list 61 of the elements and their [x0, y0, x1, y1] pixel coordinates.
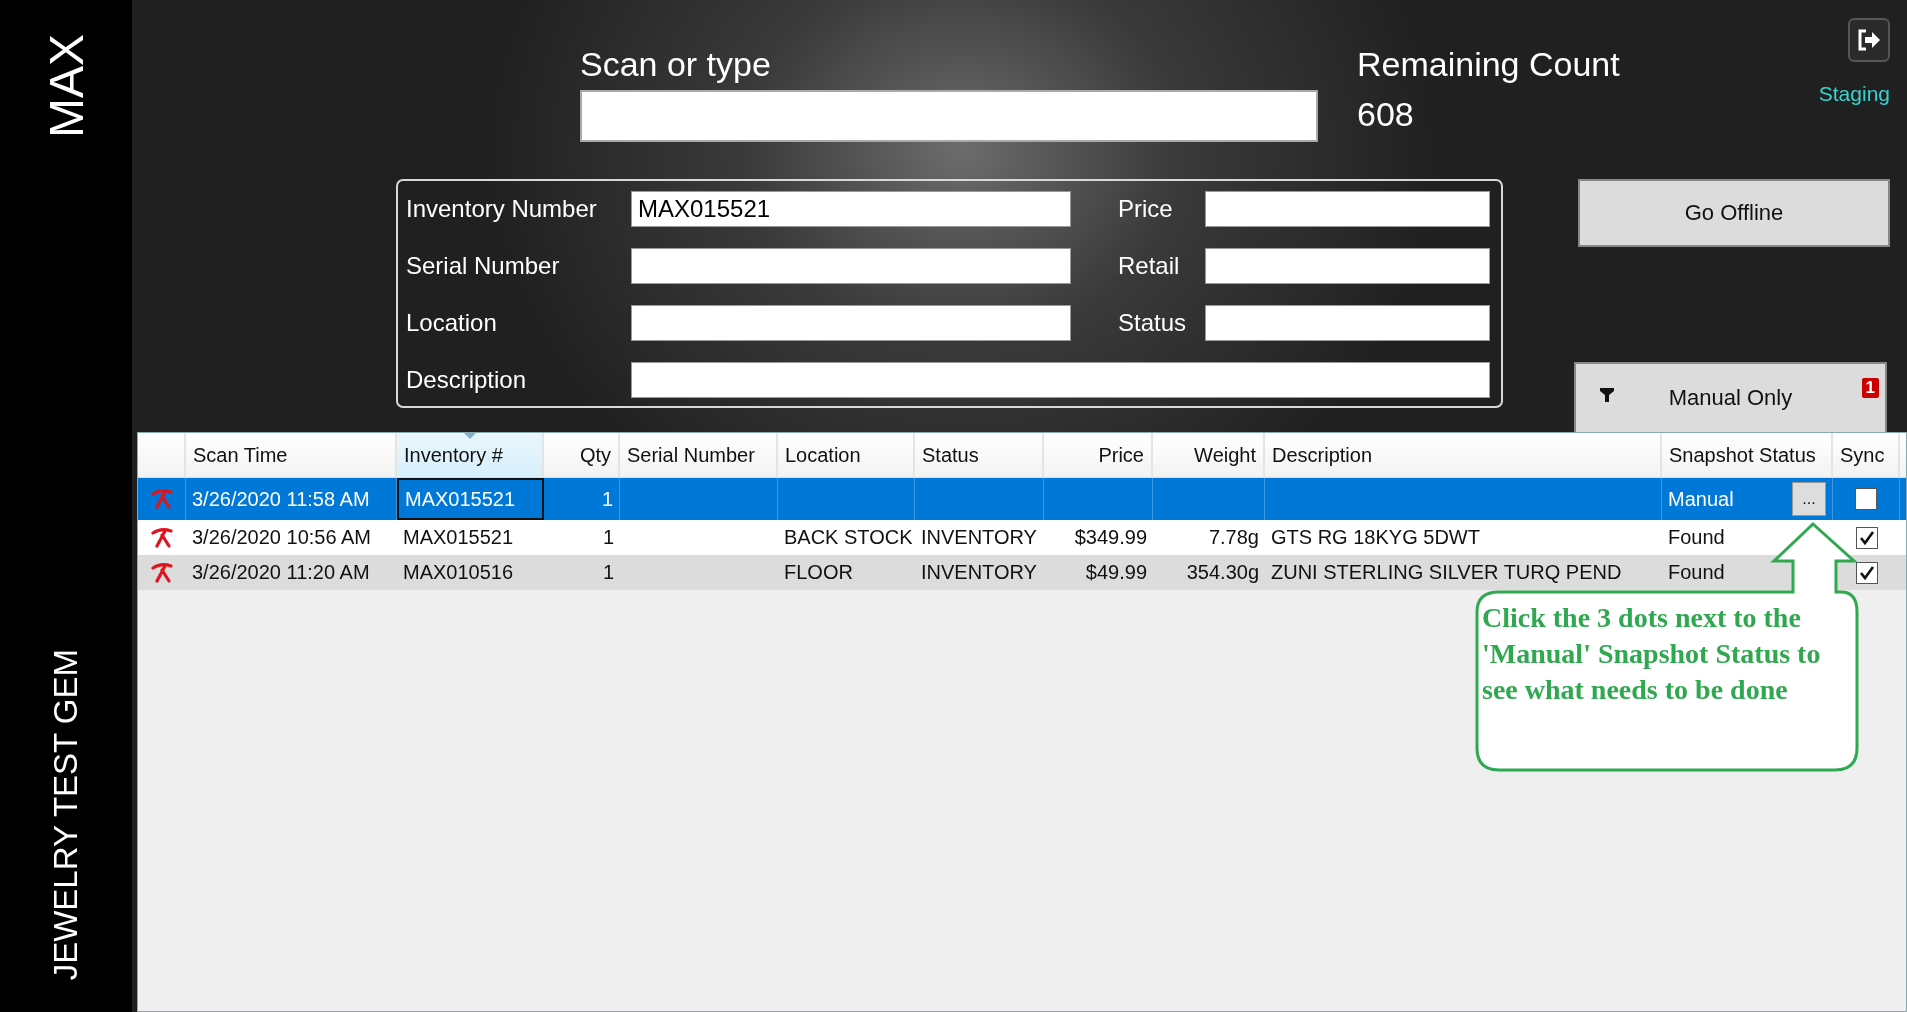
field-label: Retail — [1118, 252, 1181, 280]
sync-checkbox[interactable] — [1855, 561, 1878, 584]
table-cell: $349.99 — [1074, 526, 1147, 549]
field-label: Price — [1118, 195, 1174, 223]
input-field[interactable] — [1205, 191, 1490, 227]
field-label: Serial Number — [406, 252, 561, 280]
input-field[interactable] — [1205, 248, 1490, 284]
go-offline-button[interactable]: Go Offline — [1578, 179, 1890, 247]
column-header[interactable]: Inventory # — [397, 433, 544, 477]
sync-checkbox[interactable] — [1855, 526, 1878, 549]
details-button[interactable]: ... — [1792, 482, 1826, 516]
table-cell: 3/26/2020 11:58 AM — [192, 487, 370, 511]
remaining-count: 608 — [1357, 94, 1415, 135]
table-cell: $49.99 — [1085, 561, 1147, 584]
table-cell: ZUNI STERLING SILVER TURQ PEND — [1271, 561, 1622, 584]
scan-field[interactable] — [580, 90, 1318, 142]
table-cell: Found — [1668, 561, 1725, 584]
filter-icon — [1600, 388, 1614, 402]
table-row[interactable]: 3/26/2020 11:58 AM MAX015521 1 Manual ... — [138, 478, 1906, 520]
table-cell: 3/26/2020 11:20 AM — [192, 561, 370, 584]
scan-label: Scan or type — [580, 44, 772, 85]
remaining-label: Remaining Count — [1357, 44, 1620, 85]
store-name: JEWELRY TEST GEM — [47, 648, 85, 980]
sync-checkbox[interactable] — [1855, 488, 1877, 510]
table-cell: 3/26/2020 10:56 AM — [192, 526, 372, 549]
input-field[interactable]: MAX015521 — [631, 191, 1071, 227]
count-badge: 1 — [1861, 378, 1879, 398]
table-cell: 1 — [602, 561, 614, 584]
x-mark-icon — [151, 527, 173, 548]
table-row[interactable]: 3/26/2020 10:56 AM MAX015521 1 BACK STOCK INVENTORY $349.99 7.78g GTS RG 18KYG 5DWT Found — [138, 520, 1906, 555]
table-cell: MAX010516 — [403, 561, 514, 584]
field-label: Location — [406, 309, 498, 337]
x-mark-icon — [151, 562, 173, 583]
table-cell: 354.30g — [1186, 561, 1259, 584]
x-mark-icon — [150, 489, 173, 509]
table-cell: MAX015521 — [405, 487, 516, 511]
field-label: Inventory Number — [406, 195, 598, 223]
table-cell: Found — [1668, 526, 1725, 549]
table-cell: FLOOR — [784, 561, 853, 584]
input-field[interactable] — [631, 362, 1490, 398]
manual-only-filter-button[interactable]: Manual Only 1 — [1574, 362, 1887, 432]
table-row[interactable]: 3/26/2020 11:20 AM MAX010516 1 FLOOR INVENTORY $49.99 354.30g ZUNI STERLING SILVER TURQ PEND Found — [138, 555, 1906, 590]
table-cell: INVENTORY — [921, 526, 1037, 549]
logout-button[interactable] — [1848, 18, 1890, 62]
table-cell: 1 — [602, 526, 614, 549]
field-label: Description — [406, 366, 528, 394]
input-field[interactable] — [631, 248, 1071, 284]
environment-label: Staging — [1818, 82, 1890, 106]
input-field[interactable] — [1205, 305, 1490, 341]
field-label: Status — [1118, 309, 1188, 337]
table-cell: 1 — [601, 487, 613, 511]
exit-arrow-icon — [1856, 28, 1882, 52]
input-field[interactable] — [631, 305, 1071, 341]
callout-text: Click the 3 dots next to the 'Manual' Snapshot Status to see what needs to be done — [1482, 601, 1822, 707]
table-cell: GTS RG 18KYG 5DWT — [1271, 526, 1480, 549]
table-cell: INVENTORY — [921, 561, 1037, 584]
table-cell: 7.78g — [1208, 526, 1259, 549]
table-cell: MAX015521 — [403, 526, 514, 549]
table-cell: Manual — [1668, 487, 1734, 511]
app-title: MAX — [38, 34, 94, 138]
table-cell: BACK STOCK — [784, 526, 913, 549]
